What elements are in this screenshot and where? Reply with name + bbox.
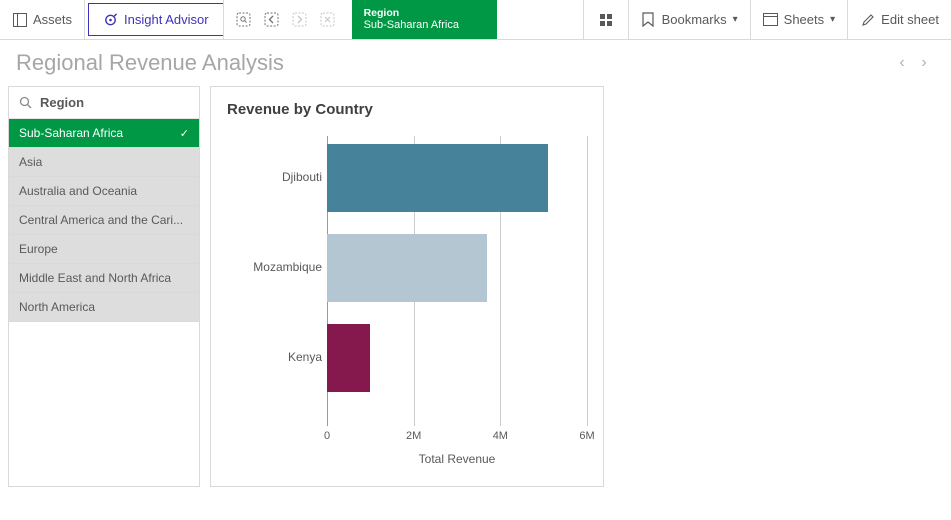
grid-icon xyxy=(600,14,612,26)
filter-item[interactable]: Asia xyxy=(9,148,199,177)
filter-item[interactable]: Middle East and North Africa xyxy=(9,264,199,293)
step-back-icon[interactable] xyxy=(264,12,280,28)
sheet-icon xyxy=(763,12,778,27)
view-grid-button[interactable] xyxy=(583,0,628,39)
selection-chip-value: Sub-Saharan Africa xyxy=(364,19,485,31)
bar[interactable] xyxy=(327,234,487,302)
filter-item-label: Central America and the Cari... xyxy=(19,213,189,227)
x-tick-label: 6M xyxy=(579,430,594,442)
bookmark-icon xyxy=(641,12,656,27)
bar[interactable] xyxy=(327,144,548,212)
sheets-label: Sheets xyxy=(784,12,824,27)
filter-item[interactable]: Sub-Saharan Africa xyxy=(9,119,199,148)
insight-label: Insight Advisor xyxy=(124,12,209,27)
plot-area xyxy=(327,136,587,426)
category-label: Djibouti xyxy=(227,170,322,184)
search-icon xyxy=(19,96,32,109)
top-toolbar: Assets Insight Advisor Region Sub-Sahara… xyxy=(0,0,951,40)
selection-chip-field: Region xyxy=(364,8,485,20)
chevron-down-icon: ▾ xyxy=(830,14,835,25)
filter-pane-list: Sub-Saharan Africa Asia Australia and Ocea… xyxy=(9,119,199,322)
sheet-titlebar: Regional Revenue Analysis ‹ › xyxy=(0,40,951,86)
filter-item-label: Australia and Oceania xyxy=(19,184,189,198)
gridline xyxy=(587,136,588,426)
filter-item[interactable]: Australia and Oceania xyxy=(9,177,199,206)
x-tick-label: 0 xyxy=(324,430,330,442)
sheets-button[interactable]: Sheets ▾ xyxy=(750,0,848,39)
x-tick-label: 4M xyxy=(493,430,508,442)
edit-sheet-button[interactable]: Edit sheet xyxy=(847,0,951,39)
pencil-icon xyxy=(860,12,875,27)
edit-label: Edit sheet xyxy=(881,12,939,27)
next-sheet-button[interactable]: › xyxy=(913,54,935,72)
smart-search-icon[interactable] xyxy=(236,12,252,28)
chart-plot: Total Revenue 02M4M6MDjiboutiMozambiqueK… xyxy=(227,136,587,476)
assets-label: Assets xyxy=(33,12,72,27)
selection-chip-region[interactable]: Region Sub-Saharan Africa xyxy=(352,0,497,39)
insight-icon xyxy=(103,12,118,27)
x-tick-label: 2M xyxy=(406,430,421,442)
x-axis-title: Total Revenue xyxy=(327,452,587,466)
filter-item[interactable]: North America xyxy=(9,293,199,322)
filter-item-label: North America xyxy=(19,300,189,314)
bookmarks-label: Bookmarks xyxy=(662,12,727,27)
category-label: Mozambique xyxy=(227,260,322,274)
bar[interactable] xyxy=(327,324,370,392)
bookmarks-button[interactable]: Bookmarks ▾ xyxy=(628,0,750,39)
filter-item[interactable]: Central America and the Cari... xyxy=(9,206,199,235)
filter-pane-region: Region Sub-Saharan Africa Asia Australia a… xyxy=(8,86,200,487)
step-forward-icon[interactable] xyxy=(292,12,308,28)
panel-icon xyxy=(12,12,27,27)
chart-card[interactable]: Revenue by Country Total Revenue 0 2M 4M 6M… xyxy=(210,86,604,487)
filter-pane-header[interactable]: Region xyxy=(9,87,199,119)
chevron-down-icon: ▾ xyxy=(733,14,738,25)
clear-all-icon[interactable] xyxy=(320,12,336,28)
filter-item-label: Europe xyxy=(19,242,189,256)
selection-tools xyxy=(223,0,348,39)
filter-pane-title: Region xyxy=(40,95,84,110)
filter-item-label: Sub-Saharan Africa xyxy=(19,126,174,140)
category-label: Kenya xyxy=(227,350,322,364)
page-title: Regional Revenue Analysis xyxy=(16,50,891,76)
filter-item-label: Middle East and North Africa xyxy=(19,271,189,285)
filter-item-label: Asia xyxy=(19,155,189,169)
assets-button[interactable]: Assets xyxy=(0,0,85,39)
prev-sheet-button[interactable]: ‹ xyxy=(891,54,913,72)
insight-advisor-button[interactable]: Insight Advisor xyxy=(88,3,223,36)
filter-item[interactable]: Europe xyxy=(9,235,199,264)
chart-title: Revenue by Country xyxy=(227,101,587,118)
